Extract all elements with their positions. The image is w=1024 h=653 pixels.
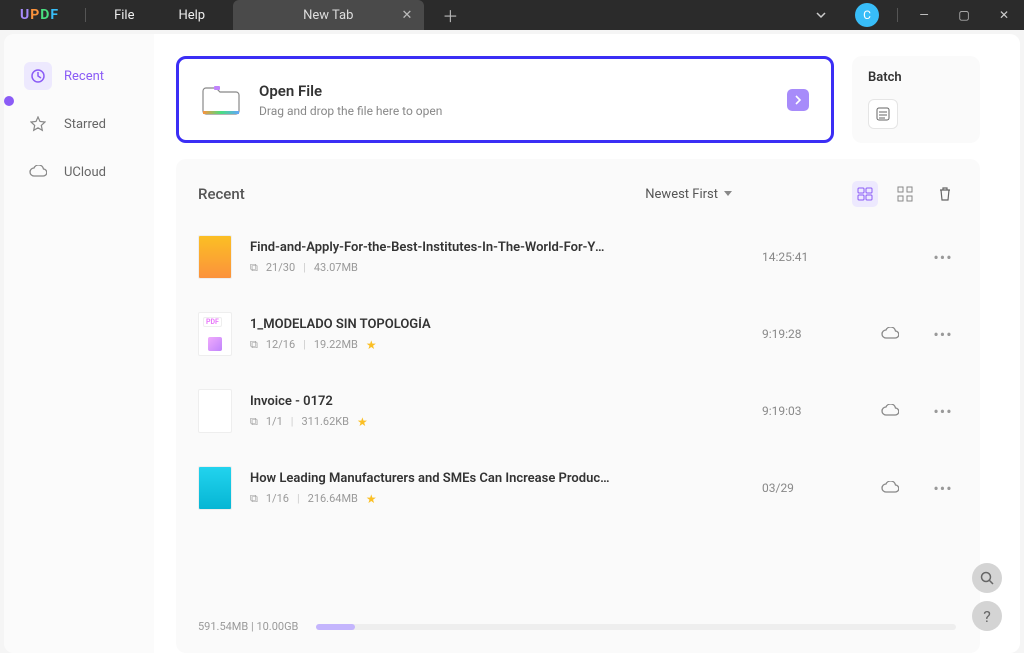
cloud-sync-icon[interactable] bbox=[870, 404, 910, 418]
star-icon: ★ bbox=[366, 338, 377, 352]
file-row[interactable]: How Leading Manufacturers and SMEs Can I… bbox=[198, 450, 958, 527]
tab-new[interactable]: New Tab ✕ bbox=[233, 0, 424, 30]
add-tab-button[interactable]: ＋ bbox=[424, 3, 476, 27]
file-meta: ⧉ 21/30 | 43.07MB bbox=[250, 261, 744, 275]
file-thumbnail bbox=[198, 466, 232, 510]
file-time: 03/29 bbox=[762, 481, 852, 495]
storage-used: 591.54MB bbox=[198, 620, 248, 633]
view-list-button[interactable] bbox=[852, 181, 878, 207]
batch-title: Batch bbox=[868, 70, 964, 85]
app-logo: UPDF bbox=[0, 7, 79, 23]
pages-icon: ⧉ bbox=[250, 492, 258, 506]
star-icon bbox=[24, 110, 52, 138]
file-size: 43.07MB bbox=[314, 261, 358, 274]
sidebar-item-label: UCloud bbox=[64, 165, 106, 180]
sidebar-item-starred[interactable]: Starred bbox=[4, 100, 154, 148]
close-button[interactable]: ✕ bbox=[984, 0, 1024, 30]
star-icon: ★ bbox=[357, 415, 368, 429]
window-controls: — ▢ ✕ bbox=[904, 0, 1024, 30]
file-row[interactable]: Find-and-Apply-For-the-Best-Institutes-I… bbox=[198, 219, 958, 296]
delete-button[interactable] bbox=[932, 181, 958, 207]
file-title: Find-and-Apply-For-the-Best-Institutes-I… bbox=[250, 240, 610, 255]
storage-total: 10.00GB bbox=[256, 620, 298, 633]
file-meta: ⧉ 1/16 | 216.64MB ★ bbox=[250, 492, 744, 506]
menu-file[interactable]: File bbox=[92, 8, 156, 23]
file-time: 14:25:41 bbox=[762, 250, 852, 264]
recent-section: Recent Newest First bbox=[176, 159, 980, 653]
user-avatar[interactable]: C bbox=[855, 3, 879, 27]
storage-bar: 591.54MB | 10.00GB bbox=[198, 616, 958, 643]
open-file-title: Open File bbox=[259, 82, 442, 100]
pages-icon: ⧉ bbox=[250, 415, 258, 429]
minimize-button[interactable]: — bbox=[904, 0, 944, 30]
cloud-sync-icon[interactable] bbox=[870, 327, 910, 341]
divider bbox=[85, 8, 86, 22]
main-content: Open File Drag and drop the file here to… bbox=[154, 34, 1020, 653]
sidebar-item-recent[interactable]: Recent bbox=[4, 52, 154, 100]
divider bbox=[897, 8, 898, 22]
help-button[interactable]: ? bbox=[972, 601, 1002, 631]
file-pages: 12/16 bbox=[266, 338, 295, 351]
file-thumbnail bbox=[198, 389, 232, 433]
menu-help[interactable]: Help bbox=[156, 8, 227, 23]
sidebar-item-ucloud[interactable]: UCloud bbox=[4, 148, 154, 196]
search-button[interactable] bbox=[972, 563, 1002, 593]
open-file-hint: Drag and drop the file here to open bbox=[259, 104, 442, 118]
sort-label: Newest First bbox=[645, 187, 718, 202]
recent-heading: Recent bbox=[198, 185, 245, 203]
file-pages: 21/30 bbox=[266, 261, 295, 274]
file-thumbnail: PDF bbox=[198, 312, 232, 356]
chevron-down-icon[interactable] bbox=[799, 9, 843, 21]
close-tab-icon[interactable]: ✕ bbox=[401, 8, 412, 23]
open-file-dropzone[interactable]: Open File Drag and drop the file here to… bbox=[176, 56, 834, 143]
maximize-button[interactable]: ▢ bbox=[944, 0, 984, 30]
file-more-button[interactable]: ••• bbox=[928, 325, 958, 344]
file-meta: ⧉ 12/16 | 19.22MB ★ bbox=[250, 338, 744, 352]
file-more-button[interactable]: ••• bbox=[928, 479, 958, 498]
cloud-sync-icon[interactable] bbox=[870, 481, 910, 495]
title-bar: UPDF File Help New Tab ✕ ＋ C — ▢ ✕ bbox=[0, 0, 1024, 30]
sidebar-item-label: Starred bbox=[64, 117, 106, 132]
file-pages: 1/1 bbox=[266, 415, 283, 428]
file-meta: ⧉ 1/1 | 311.62KB ★ bbox=[250, 415, 744, 429]
clock-icon bbox=[24, 62, 52, 90]
sidebar-indicator bbox=[4, 96, 14, 106]
open-file-go-button[interactable] bbox=[787, 89, 809, 111]
file-time: 9:19:03 bbox=[762, 404, 852, 418]
file-thumbnail bbox=[198, 235, 232, 279]
file-title: How Leading Manufacturers and SMEs Can I… bbox=[250, 471, 610, 486]
file-list: Find-and-Apply-For-the-Best-Institutes-I… bbox=[198, 219, 958, 616]
star-icon: ★ bbox=[366, 492, 377, 506]
view-grid-button[interactable] bbox=[892, 181, 918, 207]
batch-panel: Batch bbox=[852, 56, 980, 143]
sidebar: Recent Starred UCloud bbox=[4, 34, 154, 653]
sort-dropdown[interactable]: Newest First bbox=[645, 187, 732, 202]
sidebar-item-label: Recent bbox=[64, 69, 104, 84]
file-row[interactable]: PDF 1_MODELADO SIN TOPOLOGÍA ⧉ 12/16 | 1… bbox=[198, 296, 958, 373]
cloud-icon bbox=[24, 158, 52, 186]
file-time: 9:19:28 bbox=[762, 327, 852, 341]
file-size: 19.22MB bbox=[314, 338, 358, 351]
pages-icon: ⧉ bbox=[250, 261, 258, 275]
file-more-button[interactable]: ••• bbox=[928, 248, 958, 267]
file-title: Invoice - 0172 bbox=[250, 394, 610, 409]
file-row[interactable]: Invoice - 0172 ⧉ 1/1 | 311.62KB ★ 9:19:0… bbox=[198, 373, 958, 450]
file-title: 1_MODELADO SIN TOPOLOGÍA bbox=[250, 317, 610, 332]
storage-fill bbox=[316, 624, 354, 630]
file-size: 311.62KB bbox=[301, 415, 349, 428]
storage-track bbox=[316, 624, 956, 630]
chevron-down-icon bbox=[724, 191, 732, 197]
tab-label: New Tab bbox=[303, 8, 353, 23]
file-pages: 1/16 bbox=[266, 492, 289, 505]
batch-combine-button[interactable] bbox=[868, 99, 898, 129]
file-size: 216.64MB bbox=[308, 492, 358, 505]
folder-icon bbox=[201, 83, 241, 117]
file-more-button[interactable]: ••• bbox=[928, 402, 958, 421]
pages-icon: ⧉ bbox=[250, 338, 258, 352]
